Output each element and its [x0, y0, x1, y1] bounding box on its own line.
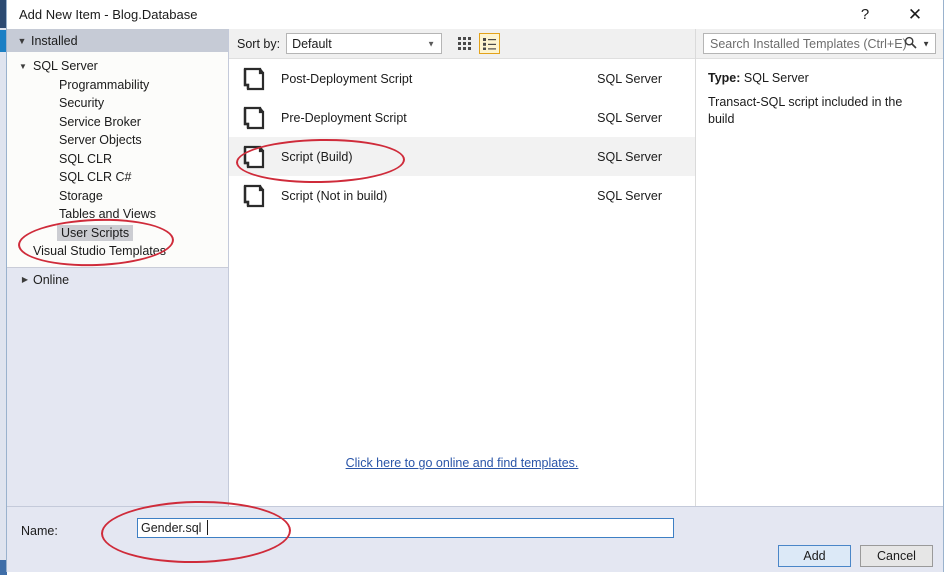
templates-toolbar: Sort by: Default ▼ [229, 29, 695, 59]
tree-item-sql-server[interactable]: ▼ SQL Server [7, 57, 228, 76]
tree-item-label: Storage [59, 188, 103, 203]
templates-list[interactable]: Post-Deployment Script SQL Server Pre-De… [229, 59, 695, 476]
tree-item-sql-clr-csharp[interactable]: SQL CLR C# [7, 168, 228, 187]
template-name: Script (Build) [281, 149, 353, 164]
template-name: Post-Deployment Script [281, 71, 413, 86]
tree-item-label: SQL Server [33, 59, 98, 74]
template-origin: SQL Server [597, 110, 662, 125]
dialog-title: Add New Item - Blog.Database [19, 7, 198, 22]
sql-script-icon [237, 66, 271, 92]
sql-script-icon [237, 183, 271, 209]
search-toolbar: Search Installed Templates (Ctrl+E) ▼ [696, 29, 943, 59]
details-type-value: SQL Server [743, 71, 809, 85]
template-row[interactable]: Post-Deployment Script SQL Server [229, 59, 695, 98]
list-view-icon [483, 38, 497, 50]
template-origin: SQL Server [597, 71, 662, 86]
online-templates-link[interactable]: Click here to go online and find templat… [346, 456, 579, 470]
tree-item-label: Security [59, 96, 105, 111]
tree-item-visual-studio-templates[interactable]: Visual Studio Templates [7, 242, 228, 261]
add-new-item-dialog-window: Add New Item - Blog.Database ? ✕ ▼ Insta… [0, 0, 944, 575]
templates-pane: Sort by: Default ▼ Post-Deployment Scrip… [229, 29, 695, 506]
template-origin: SQL Server [597, 149, 662, 164]
online-group-header[interactable]: ▶ Online [7, 266, 228, 292]
sort-by-value: Default [292, 36, 332, 51]
tree-item-label: Tables and Views [59, 207, 157, 222]
tree-item-label: SQL CLR [59, 151, 113, 166]
tree-item-label: SQL CLR C# [59, 170, 132, 185]
tree-item-label: Programmability [59, 77, 150, 92]
view-mode-buttons [454, 33, 501, 54]
tree-item-service-broker[interactable]: Service Broker [7, 113, 228, 132]
template-name: Pre-Deployment Script [281, 110, 407, 125]
template-name: Script (Not in build) [281, 188, 388, 203]
tree-item-storage[interactable]: Storage [7, 187, 228, 206]
add-button[interactable]: Add [778, 545, 851, 567]
details-type-row: Type: SQL Server [708, 71, 931, 85]
tree-item-user-scripts[interactable]: User Scripts [7, 224, 228, 243]
sql-script-icon [237, 144, 271, 170]
tree-item-sql-clr[interactable]: SQL CLR [7, 150, 228, 169]
grid-view-icon [458, 37, 472, 50]
details-pane: Search Installed Templates (Ctrl+E) ▼ Ty… [695, 29, 943, 506]
dialog-body: ▼ Installed ▼ SQL Server Programmability… [7, 29, 943, 506]
installed-group-label: Installed [31, 33, 78, 48]
tree-item-server-objects[interactable]: Server Objects [7, 131, 228, 150]
template-row-selected[interactable]: Script (Build) SQL Server [229, 137, 695, 176]
dialog-footer: Name: Add Cancel [7, 506, 943, 572]
tree-item-security[interactable]: Security [7, 94, 228, 113]
details-description: Transact-SQL script included in the buil… [708, 95, 903, 126]
template-row[interactable]: Pre-Deployment Script SQL Server [229, 98, 695, 137]
details-type-label: Type: [708, 71, 741, 85]
installed-group-header[interactable]: ▼ Installed [7, 29, 228, 52]
name-label: Name: [21, 524, 58, 538]
list-view-button[interactable] [479, 33, 501, 54]
tree-item-label: Visual Studio Templates [33, 244, 166, 259]
close-button[interactable]: ✕ [895, 0, 935, 29]
triangle-down-icon: ▼ [17, 35, 27, 46]
sql-script-icon [237, 105, 271, 131]
chevron-down-icon: ▼ [427, 39, 436, 48]
tree-item-programmability[interactable]: Programmability [7, 76, 228, 95]
search-input[interactable]: Search Installed Templates (Ctrl+E) ▼ [703, 33, 936, 54]
name-input[interactable] [137, 518, 674, 538]
triangle-right-icon: ▶ [21, 275, 29, 284]
text-caret [207, 520, 208, 535]
dialog: Add New Item - Blog.Database ? ✕ ▼ Insta… [6, 0, 944, 572]
online-templates-link-row: Click here to go online and find templat… [229, 456, 695, 470]
sort-by-dropdown[interactable]: Default ▼ [286, 33, 443, 54]
online-group-label: Online [33, 272, 70, 287]
details-content: Type: SQL Server Transact-SQL script inc… [696, 59, 943, 128]
sort-by-label: Sort by: [237, 36, 281, 51]
chevron-down-icon[interactable]: ▼ [922, 39, 930, 48]
grid-view-button[interactable] [454, 33, 475, 54]
tree-item-label: Server Objects [59, 133, 142, 148]
help-button[interactable]: ? [845, 0, 885, 29]
tree-item-label: Service Broker [59, 114, 141, 129]
title-bar: Add New Item - Blog.Database ? ✕ [7, 0, 943, 29]
category-tree: ▼ SQL Server Programmability Security Se… [7, 52, 228, 267]
template-row[interactable]: Script (Not in build) SQL Server [229, 176, 695, 215]
search-placeholder: Search Installed Templates (Ctrl+E) [710, 36, 907, 51]
categories-pane: ▼ Installed ▼ SQL Server Programmability… [7, 29, 229, 506]
template-origin: SQL Server [597, 188, 662, 203]
tree-item-tables-and-views[interactable]: Tables and Views [7, 205, 228, 224]
search-icon[interactable] [904, 36, 917, 52]
tree-item-label: User Scripts [57, 224, 134, 241]
cancel-button[interactable]: Cancel [860, 545, 933, 567]
triangle-down-icon[interactable]: ▼ [15, 62, 31, 71]
